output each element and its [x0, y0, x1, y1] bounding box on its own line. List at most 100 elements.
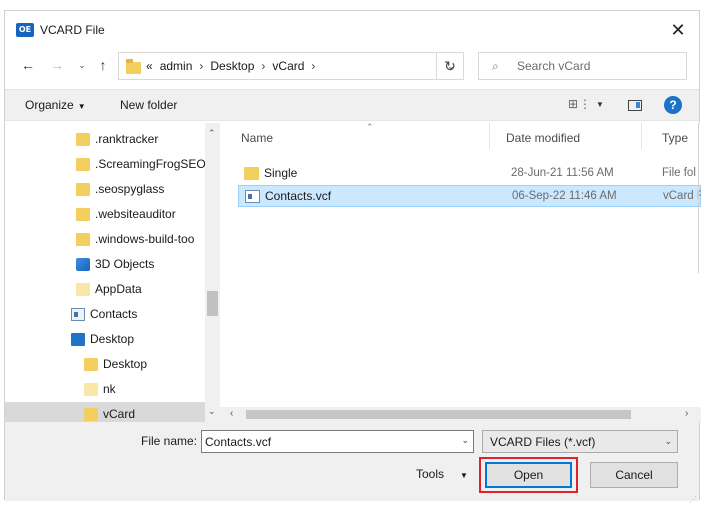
contacts-icon	[71, 308, 85, 321]
address-bar[interactable]: « admin › Desktop › vCard › ⌄	[118, 52, 464, 80]
command-toolbar: Organize ▼ New folder ⊞⋮ ▼ ?	[5, 89, 699, 121]
nav-item-vcard[interactable]: vCard	[5, 402, 205, 422]
caret-down-icon: ▼	[77, 102, 86, 111]
breadcrumb-separator-icon[interactable]: ›	[311, 59, 315, 73]
nav-item-label: .websiteauditor	[95, 207, 176, 221]
breadcrumb-vcard[interactable]: vCard	[272, 59, 304, 73]
folder-icon	[76, 133, 90, 146]
resize-grip-icon[interactable]: ⋰	[689, 495, 697, 504]
file-date-modified: 06-Sep-22 11:46 AM	[512, 190, 617, 202]
up-arrow-icon[interactable]: ↑	[94, 55, 112, 75]
refresh-icon[interactable]: ↻	[436, 52, 464, 80]
cancel-button[interactable]: Cancel	[590, 462, 678, 488]
nav-item-label: AppData	[95, 282, 142, 296]
scroll-left-icon[interactable]: ‹	[230, 408, 233, 419]
breadcrumb-admin[interactable]: admin	[160, 59, 193, 73]
forward-arrow-icon[interactable]: →	[48, 55, 66, 75]
nav-pane-scrollbar[interactable]: ⌃ ⌄	[205, 123, 220, 422]
search-icon: ⌕	[492, 59, 499, 73]
view-options-icon[interactable]: ⊞⋮	[568, 97, 592, 111]
back-arrow-icon[interactable]: ←	[19, 55, 37, 75]
file-name: Single	[264, 166, 298, 180]
file-row-single[interactable]: Single 28-Jun-21 11:56 AM File fol	[238, 163, 701, 185]
file-list-horizontal-scrollbar[interactable]: ‹ ›	[220, 407, 701, 422]
close-icon[interactable]: ✕	[667, 19, 689, 41]
breadcrumb-separator-icon[interactable]: ›	[261, 59, 265, 73]
chevron-down-icon[interactable]: ⌄	[461, 435, 469, 446]
title-bar: OE VCARD File ✕	[5, 11, 699, 47]
nav-item-nk[interactable]: nk	[5, 377, 205, 402]
caret-down-icon[interactable]: ▼	[596, 100, 604, 109]
caret-down-icon: ▼	[460, 471, 468, 480]
nav-item-ranktracker[interactable]: .ranktracker	[5, 127, 205, 152]
dialog-footer: File name: ⌄ VCARD Files (*.vcf) ⌄ Tools…	[5, 422, 699, 504]
column-header-date-modified[interactable]: Date modified	[490, 123, 642, 149]
nav-item-label: .seospyglass	[95, 182, 165, 196]
navigation-pane: .ranktracker .ScreamingFrogSEO .seospygl…	[5, 123, 220, 422]
column-header-name[interactable]: Name ⌃	[220, 123, 490, 149]
scrollbar-thumb[interactable]	[246, 410, 631, 419]
file-name: Contacts.vcf	[265, 189, 332, 203]
outlook-app-icon: OE	[16, 23, 34, 37]
breadcrumb: « admin › Desktop › vCard ›	[146, 59, 315, 73]
scroll-down-icon[interactable]: ⌄	[208, 406, 216, 417]
file-name-combobox: ⌄	[201, 430, 474, 453]
tools-menu-button[interactable]: Tools ▼	[416, 467, 468, 481]
vcard-file-dialog: OE VCARD File ✕ ← → ⌄ ↑ « admin › Deskto…	[4, 10, 701, 504]
tools-label: Tools	[416, 467, 445, 481]
nav-item-label: nk	[103, 382, 116, 396]
breadcrumb-separator-icon[interactable]: ›	[199, 59, 203, 73]
breadcrumb-overflow-icon[interactable]: «	[146, 59, 153, 73]
nav-item-desktop[interactable]: Desktop	[5, 327, 205, 352]
nav-item-websiteauditor[interactable]: .websiteauditor	[5, 202, 205, 227]
nav-item-contacts[interactable]: Contacts	[5, 302, 205, 327]
nav-item-3d-objects[interactable]: 3D Objects	[5, 252, 205, 277]
nav-item-label: Contacts	[90, 307, 138, 321]
folder-icon	[244, 167, 259, 180]
organize-button[interactable]: Organize ▼	[25, 98, 86, 112]
file-type: File fol	[662, 167, 696, 179]
nav-item-label: .ranktracker	[95, 132, 159, 146]
open-button[interactable]: Open	[485, 462, 572, 488]
scroll-up-icon[interactable]: ⌃	[208, 128, 216, 139]
list-divider	[698, 123, 699, 273]
file-row-contacts-vcf[interactable]: Contacts.vcf 06-Sep-22 11:46 AM vCard F	[238, 185, 701, 207]
chevron-down-icon: ⌄	[664, 436, 672, 446]
scroll-right-icon[interactable]: ›	[685, 408, 688, 419]
search-box: ⌕	[478, 52, 687, 80]
file-name-label: File name:	[141, 434, 198, 448]
nav-item-appdata[interactable]: AppData	[5, 277, 205, 302]
organize-label: Organize	[25, 98, 74, 112]
column-header-type[interactable]: Type	[642, 123, 701, 149]
desktop-icon	[71, 333, 85, 346]
search-input[interactable]	[517, 57, 677, 75]
nav-item-label: 3D Objects	[95, 257, 155, 271]
file-type: vCard F	[663, 190, 701, 202]
nav-item-label: .ScreamingFrogSEO	[95, 157, 206, 171]
file-type-filter-select[interactable]: VCARD Files (*.vcf) ⌄	[482, 430, 678, 453]
nav-item-label: .windows-build-too	[95, 232, 195, 246]
scrollbar-thumb[interactable]	[207, 291, 218, 316]
folder-icon	[76, 183, 90, 196]
nav-item-seospyglass[interactable]: .seospyglass	[5, 177, 205, 202]
nav-item-windows-build-tools[interactable]: .windows-build-too	[5, 227, 205, 252]
nav-item-desktop-folder[interactable]: Desktop	[5, 352, 205, 377]
help-icon[interactable]: ?	[664, 96, 682, 114]
breadcrumb-desktop[interactable]: Desktop	[210, 59, 254, 73]
preview-pane-icon[interactable]	[628, 100, 642, 111]
vcard-file-icon	[245, 190, 260, 203]
window-title: VCARD File	[40, 23, 105, 37]
folder-icon	[84, 358, 98, 371]
nav-item-screamingfrogseo[interactable]: .ScreamingFrogSEO	[5, 152, 206, 177]
recent-locations-chevron-icon[interactable]: ⌄	[73, 55, 91, 75]
new-folder-button[interactable]: New folder	[120, 98, 177, 112]
file-type-filter-value: VCARD Files (*.vcf)	[490, 435, 596, 449]
file-name-input[interactable]	[205, 433, 450, 450]
column-header-name-label: Name	[241, 131, 274, 145]
sort-ascending-icon: ⌃	[366, 123, 374, 132]
address-bar-row: ← → ⌄ ↑ « admin › Desktop › vCard › ⌄ ↻ …	[5, 49, 699, 83]
folder-icon	[84, 408, 98, 421]
folder-icon	[76, 158, 90, 171]
nav-item-label: vCard	[103, 407, 136, 421]
nav-item-label: Desktop	[90, 332, 135, 346]
